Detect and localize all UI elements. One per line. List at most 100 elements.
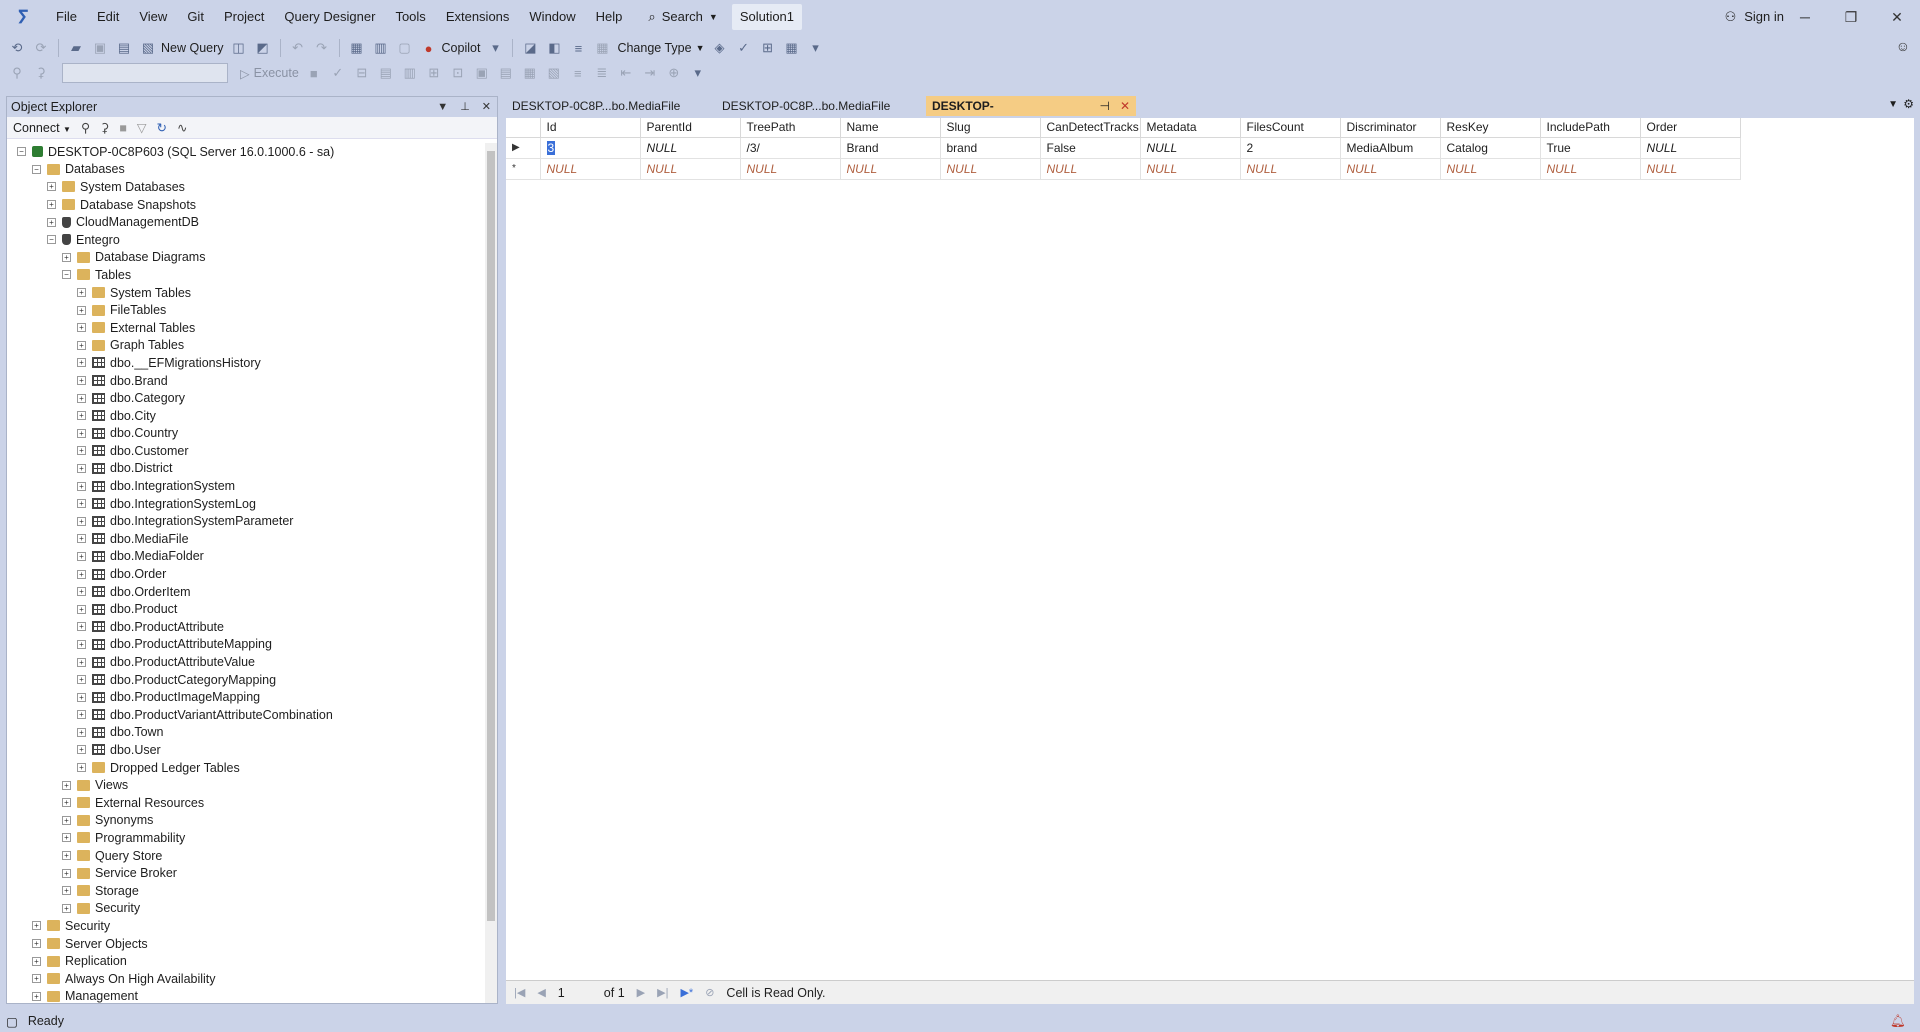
- tree-node[interactable]: + Database Diagrams: [7, 249, 485, 267]
- tree-node[interactable]: + dbo.OrderItem: [7, 583, 485, 601]
- expand-icon[interactable]: +: [77, 622, 86, 632]
- collapse-icon[interactable]: −: [47, 235, 56, 245]
- add-table-icon[interactable]: ▦: [783, 39, 801, 57]
- overflow-icon[interactable]: ▾: [486, 39, 504, 57]
- grid-cell[interactable]: NULL: [1340, 158, 1441, 180]
- tree-node[interactable]: + dbo.Country: [7, 425, 485, 443]
- query-options-icon[interactable]: ▤: [377, 64, 395, 82]
- expand-icon[interactable]: +: [77, 657, 86, 667]
- menu-edit[interactable]: Edit: [87, 0, 129, 34]
- tree-node[interactable]: + Security: [7, 917, 485, 935]
- tree-node[interactable]: + FileTables: [7, 301, 485, 319]
- document-tab[interactable]: DESKTOP-0C8P...bo.MediaFile: [506, 96, 716, 116]
- expand-icon[interactable]: +: [62, 780, 71, 790]
- table-row[interactable]: ▶ 3 NULL/3/Brand brand False NULL 2 MediaAlbum C…: [506, 137, 1741, 159]
- expand-icon[interactable]: +: [77, 481, 86, 491]
- tree-node[interactable]: + Security: [7, 900, 485, 918]
- available-databases-combo[interactable]: [62, 63, 228, 83]
- page-number-input[interactable]: 1: [558, 986, 592, 1000]
- last-page-icon[interactable]: ▶|: [657, 986, 668, 999]
- tree-node[interactable]: + dbo.Customer: [7, 442, 485, 460]
- search-button[interactable]: ⌕ Search ▼: [640, 5, 725, 29]
- table-row[interactable]: * NULL NULL NULL NULL NULL NULL NULL NULL NULL NUL…: [506, 158, 1741, 180]
- collapse-icon[interactable]: −: [32, 164, 41, 174]
- tree-node[interactable]: + dbo.IntegrationSystem: [7, 477, 485, 495]
- tree-node[interactable]: − Tables: [7, 266, 485, 284]
- tree-node[interactable]: + dbo.ProductAttributeMapping: [7, 636, 485, 654]
- tree-node[interactable]: + dbo.Order: [7, 565, 485, 583]
- tree-node[interactable]: + Programmability: [7, 829, 485, 847]
- first-page-icon[interactable]: |◀: [514, 986, 525, 999]
- expand-icon[interactable]: +: [77, 446, 86, 456]
- tree-node[interactable]: + Replication: [7, 952, 485, 970]
- tree-node[interactable]: − Entegro: [7, 231, 485, 249]
- tree-node[interactable]: − Databases: [7, 161, 485, 179]
- activity-monitor-icon[interactable]: ▦: [348, 39, 366, 57]
- grid-cell[interactable]: NULL: [1640, 158, 1741, 180]
- grid-cell[interactable]: NULL: [1640, 137, 1741, 159]
- tree-node[interactable]: + dbo.ProductVariantAttributeCombination: [7, 706, 485, 724]
- expand-icon[interactable]: +: [77, 534, 86, 544]
- sql-pane-icon[interactable]: ≡: [569, 39, 587, 57]
- stop-icon[interactable]: ⊘: [705, 986, 714, 999]
- tree-node[interactable]: + Views: [7, 776, 485, 794]
- notification-icon[interactable]: 🔔︎: [1890, 1014, 1906, 1029]
- expand-icon[interactable]: +: [77, 323, 86, 333]
- overflow-icon[interactable]: ▾: [689, 64, 707, 82]
- include-plan-icon[interactable]: ⊞: [425, 64, 443, 82]
- query-icon[interactable]: ◫: [230, 39, 248, 57]
- expand-icon[interactable]: +: [47, 217, 56, 227]
- tree-node[interactable]: + dbo.ProductCategoryMapping: [7, 671, 485, 689]
- grid-cell[interactable]: False: [1040, 137, 1141, 159]
- analysis-icon[interactable]: ◩: [254, 39, 272, 57]
- expand-icon[interactable]: +: [62, 815, 71, 825]
- execute-button[interactable]: ▷ Execute: [240, 66, 299, 81]
- menu-project[interactable]: Project: [214, 0, 274, 34]
- pin-icon[interactable]: ⊥: [460, 97, 470, 117]
- collapse-icon[interactable]: −: [62, 270, 71, 280]
- column-header[interactable]: Name: [840, 118, 941, 138]
- change-type-button[interactable]: Change Type ▼: [617, 41, 704, 55]
- layout-icon[interactable]: ▢: [396, 39, 414, 57]
- next-page-icon[interactable]: ▶: [637, 986, 645, 999]
- connect-object-icon[interactable]: ⚲: [81, 120, 90, 135]
- tree-node[interactable]: + Query Store: [7, 847, 485, 865]
- comment-icon[interactable]: ≡: [569, 64, 587, 82]
- dropdown-icon[interactable]: ▼: [437, 97, 448, 117]
- criteria-pane-icon[interactable]: ◧: [545, 39, 563, 57]
- group-by-icon[interactable]: ⊞: [759, 39, 777, 57]
- diagram-pane-icon[interactable]: ◪: [521, 39, 539, 57]
- menu-file[interactable]: File: [46, 0, 87, 34]
- open-folder-icon[interactable]: ▰: [67, 39, 85, 57]
- tree-node[interactable]: + Management: [7, 988, 485, 1003]
- expand-icon[interactable]: +: [77, 376, 86, 386]
- tree-node[interactable]: + dbo.IntegrationSystemParameter: [7, 512, 485, 530]
- new-query-button[interactable]: ▧ New Query: [139, 39, 224, 57]
- scrollbar-thumb[interactable]: [487, 151, 495, 921]
- tree-node[interactable]: − DESKTOP-0C8P603 (SQL Server 16.0.1000.6…: [7, 143, 485, 161]
- expand-icon[interactable]: +: [77, 604, 86, 614]
- stop-icon[interactable]: ■: [305, 64, 323, 82]
- tree-node[interactable]: + Graph Tables: [7, 337, 485, 355]
- grid-cell[interactable]: NULL: [1540, 158, 1641, 180]
- tree-node[interactable]: + dbo.MediaFolder: [7, 548, 485, 566]
- close-window-button[interactable]: ✕: [1874, 0, 1920, 34]
- execute-sql-icon[interactable]: ◈: [711, 39, 729, 57]
- expand-icon[interactable]: +: [32, 921, 41, 931]
- column-header[interactable]: Order: [1640, 118, 1741, 138]
- grid-cell[interactable]: NULL: [840, 158, 941, 180]
- tree-node[interactable]: + Server Objects: [7, 935, 485, 953]
- grid-cell[interactable]: NULL: [1140, 137, 1241, 159]
- tree-node[interactable]: + dbo.Category: [7, 389, 485, 407]
- expand-icon[interactable]: +: [77, 551, 86, 561]
- minimize-button[interactable]: ─: [1782, 0, 1828, 34]
- tree-node[interactable]: + System Tables: [7, 284, 485, 302]
- tree-node[interactable]: + dbo.IntegrationSystemLog: [7, 495, 485, 513]
- expand-icon[interactable]: +: [77, 288, 86, 298]
- copilot-button[interactable]: ● Copilot: [420, 39, 481, 57]
- filter-icon[interactable]: ▽: [137, 120, 147, 135]
- expand-icon[interactable]: +: [77, 516, 86, 526]
- row-selector[interactable]: ▶: [506, 137, 541, 159]
- close-tab-icon[interactable]: ✕: [1120, 96, 1130, 116]
- tree-node[interactable]: + dbo.Brand: [7, 372, 485, 390]
